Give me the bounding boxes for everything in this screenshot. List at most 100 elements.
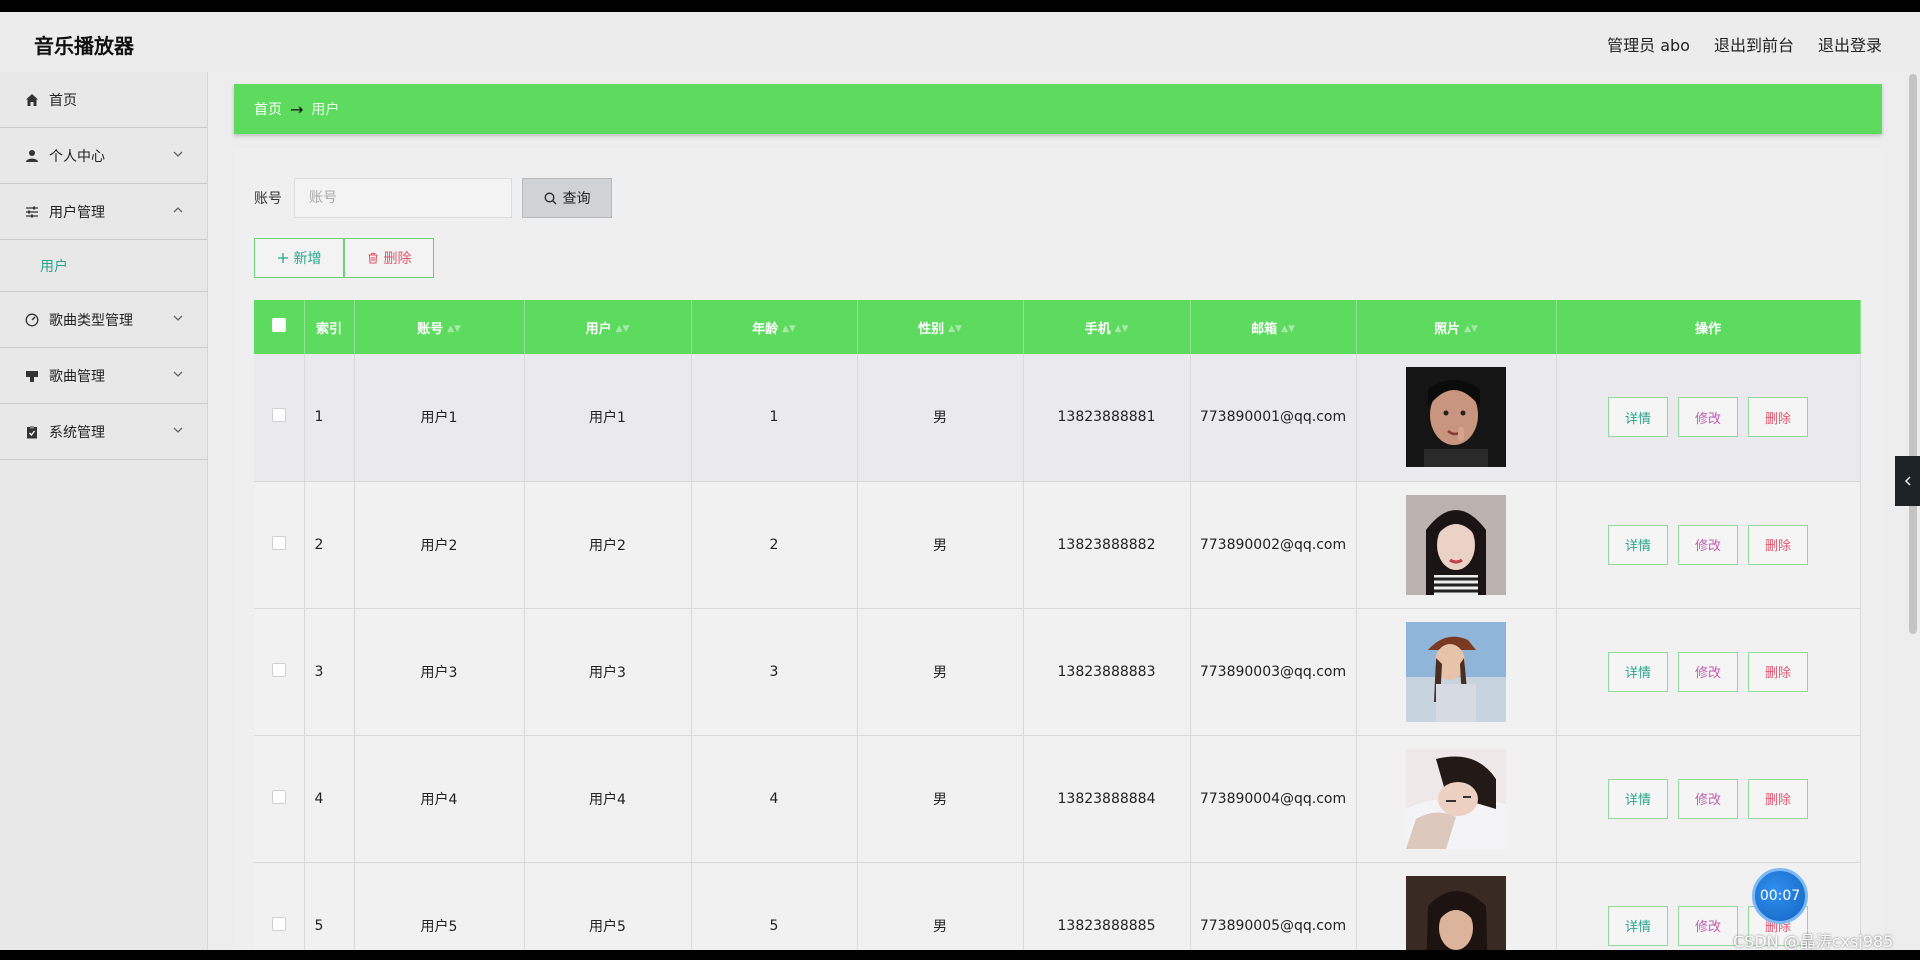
delete-button[interactable]: 删除 bbox=[1748, 524, 1808, 565]
phone-cell: 13823888883 bbox=[1023, 608, 1191, 736]
row-checkbox[interactable] bbox=[271, 662, 286, 677]
row-select-cell bbox=[254, 608, 305, 736]
sidebar-item-label: 歌曲管理 bbox=[49, 368, 105, 385]
user-cell: 用户5 bbox=[524, 862, 692, 950]
photo-cell bbox=[1356, 862, 1557, 951]
account-cell: 用户5 bbox=[354, 862, 525, 950]
detail-button[interactable]: 详情 bbox=[1608, 651, 1668, 692]
detail-button[interactable]: 详情 bbox=[1608, 905, 1668, 946]
edit-button[interactable]: 修改 bbox=[1678, 524, 1738, 565]
search-button-label: 查询 bbox=[562, 191, 591, 207]
delete-button[interactable]: 删除 bbox=[1748, 651, 1808, 692]
trash-icon bbox=[368, 252, 377, 264]
age-cell: 1 bbox=[691, 354, 858, 482]
delete-button[interactable]: 删除 bbox=[1748, 778, 1808, 819]
sidebar-item-personal-center[interactable]: 个人中心 bbox=[0, 128, 207, 184]
email-cell: 773890001@qq.com bbox=[1190, 354, 1357, 482]
add-button[interactable]: 新增 bbox=[254, 238, 344, 278]
column-header[interactable]: 手机 ▲▼ bbox=[1023, 300, 1191, 354]
sort-icon: ▲▼ bbox=[782, 324, 796, 334]
sidebar-item-users[interactable]: 用户 bbox=[0, 240, 207, 292]
column-header: 索引 bbox=[304, 300, 355, 354]
edit-button[interactable]: 修改 bbox=[1678, 651, 1738, 692]
row-checkbox[interactable] bbox=[271, 789, 286, 804]
sort-icon: ▲▼ bbox=[447, 324, 461, 334]
collapse-panel-tab[interactable] bbox=[1895, 456, 1920, 506]
index-cell: 1 bbox=[304, 354, 355, 482]
table-row: 4 用户4 用户4 4 男 13823888884 773890004@qq.c… bbox=[254, 735, 1861, 863]
stamp-icon bbox=[24, 368, 40, 384]
chevron-up-icon bbox=[173, 207, 183, 213]
index-cell: 5 bbox=[304, 862, 355, 950]
page-scrollbar[interactable] bbox=[1909, 74, 1917, 634]
dashboard-icon bbox=[24, 312, 40, 328]
email-cell: 773890004@qq.com bbox=[1190, 735, 1357, 863]
sidebar-item-home[interactable]: 首页 bbox=[0, 72, 207, 128]
sidebar-item-song-management[interactable]: 歌曲管理 bbox=[0, 348, 207, 404]
sidebar: 首页 个人中心 用户管理 用户 歌曲类型管理 歌曲管理 系统管理 bbox=[0, 72, 208, 950]
exit-to-front-link[interactable]: 退出到前台 bbox=[1714, 32, 1794, 56]
sort-icon: ▲▼ bbox=[1464, 324, 1478, 334]
user-photo[interactable] bbox=[1406, 494, 1506, 595]
age-cell: 2 bbox=[691, 481, 858, 609]
user-photo[interactable] bbox=[1406, 875, 1506, 951]
sort-icon: ▲▼ bbox=[948, 324, 962, 334]
logout-link[interactable]: 退出登录 bbox=[1818, 32, 1882, 56]
row-checkbox[interactable] bbox=[271, 408, 286, 423]
select-all-checkbox[interactable] bbox=[271, 318, 286, 332]
recording-timer[interactable]: 00:07 bbox=[1752, 868, 1808, 924]
photo-cell bbox=[1356, 735, 1557, 863]
detail-button[interactable]: 详情 bbox=[1608, 397, 1668, 438]
user-cell: 用户4 bbox=[524, 735, 692, 863]
table-row: 3 用户3 用户3 3 男 13823888883 773890003@qq.c… bbox=[254, 608, 1861, 736]
plus-icon bbox=[277, 253, 288, 263]
sidebar-item-user-management[interactable]: 用户管理 bbox=[0, 184, 207, 240]
delete-button[interactable]: 删除 bbox=[1748, 397, 1808, 438]
sidebar-item-label: 个人中心 bbox=[49, 148, 105, 165]
column-header[interactable]: 年龄 ▲▼ bbox=[691, 300, 858, 354]
search-label: 账号 bbox=[254, 191, 282, 207]
sort-icon: ▲▼ bbox=[615, 324, 630, 334]
edit-button[interactable]: 修改 bbox=[1678, 905, 1738, 946]
breadcrumb-home[interactable]: 首页 bbox=[254, 99, 282, 119]
photo-cell bbox=[1356, 354, 1557, 482]
actions-cell: 详情 修改 删除 bbox=[1556, 354, 1861, 482]
column-header[interactable]: 用户 ▲▼ bbox=[524, 300, 692, 354]
sidebar-item-label: 系统管理 bbox=[49, 424, 105, 441]
column-header[interactable]: 账号 ▲▼ bbox=[354, 300, 525, 354]
row-select-cell bbox=[254, 354, 305, 482]
sidebar-item-label: 用户管理 bbox=[49, 204, 105, 221]
email-cell: 773890002@qq.com bbox=[1190, 481, 1357, 609]
detail-button[interactable]: 详情 bbox=[1608, 778, 1668, 819]
column-header: 操作 bbox=[1556, 300, 1861, 354]
search-button[interactable]: 查询 bbox=[522, 178, 612, 218]
row-checkbox[interactable] bbox=[271, 535, 286, 550]
search-form: 账号 查询 bbox=[254, 178, 612, 218]
account-cell: 用户2 bbox=[354, 481, 525, 609]
actions-cell: 详情 修改 删除 bbox=[1556, 608, 1861, 736]
chevron-down-icon bbox=[173, 371, 183, 377]
table-row: 2 用户2 用户2 2 男 13823888882 773890002@qq.c… bbox=[254, 481, 1861, 609]
user-photo[interactable] bbox=[1406, 748, 1506, 849]
column-header[interactable]: 邮箱 ▲▼ bbox=[1190, 300, 1357, 354]
detail-button[interactable]: 详情 bbox=[1608, 524, 1668, 565]
sidebar-item-song-type-management[interactable]: 歌曲类型管理 bbox=[0, 292, 207, 348]
user-icon bbox=[24, 148, 40, 164]
user-photo[interactable] bbox=[1406, 367, 1506, 468]
account-cell: 用户1 bbox=[354, 354, 525, 482]
edit-button[interactable]: 修改 bbox=[1678, 778, 1738, 819]
edit-button[interactable]: 修改 bbox=[1678, 397, 1738, 438]
batch-delete-button[interactable]: 删除 bbox=[344, 238, 434, 278]
search-icon bbox=[544, 192, 556, 204]
row-checkbox[interactable] bbox=[271, 916, 286, 931]
gender-cell: 男 bbox=[857, 862, 1024, 950]
index-cell: 4 bbox=[304, 735, 355, 863]
column-header[interactable]: 性别 ▲▼ bbox=[857, 300, 1024, 354]
sidebar-item-system-management[interactable]: 系统管理 bbox=[0, 404, 207, 460]
column-header[interactable]: 照片 ▲▼ bbox=[1356, 300, 1557, 354]
row-select-cell bbox=[254, 862, 305, 950]
search-input[interactable] bbox=[294, 178, 512, 218]
user-photo[interactable] bbox=[1406, 621, 1506, 722]
row-actions: 详情 修改 删除 bbox=[1557, 397, 1860, 438]
photo-cell bbox=[1356, 608, 1557, 736]
